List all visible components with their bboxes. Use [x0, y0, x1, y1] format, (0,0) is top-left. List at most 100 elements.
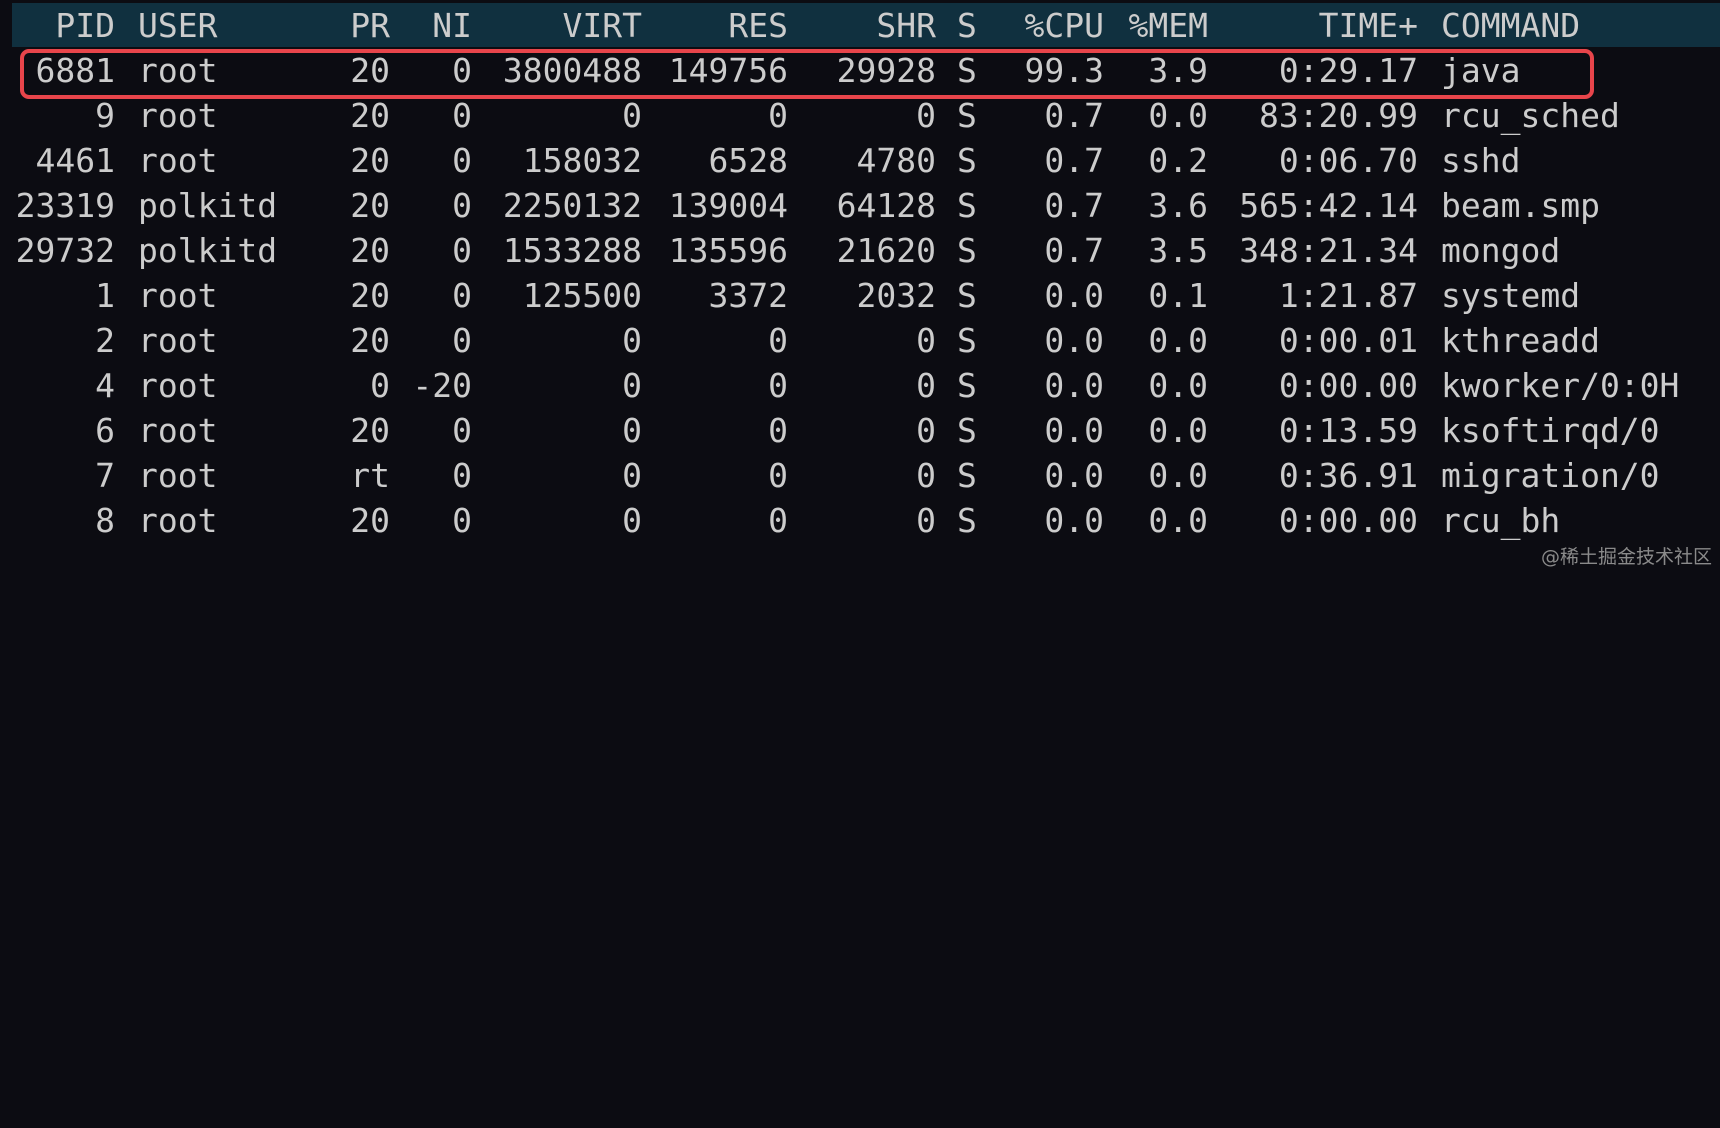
- cell-cpu: 0.7: [1044, 231, 1104, 270]
- cell-pid: 6881: [35, 51, 115, 90]
- cell-res: 135596: [668, 231, 788, 270]
- cell-shr: 29928: [836, 51, 936, 90]
- cell-virt: 1533288: [502, 231, 642, 270]
- table-row: 4 root 0 -20 0 0 0 S 0.0 0.0 0:00.00 kwo…: [0, 363, 1720, 408]
- cell-res: 0: [768, 456, 788, 495]
- cell-command: migration/0: [1441, 456, 1660, 495]
- cell-virt: 125500: [522, 276, 642, 315]
- col-header-ni: NI: [432, 6, 472, 45]
- cell-pid: 9: [95, 96, 115, 135]
- cell-pr: 20: [350, 411, 390, 450]
- cell-mem: 3.9: [1148, 51, 1208, 90]
- col-header-shr: SHR: [876, 6, 936, 45]
- cell-virt: 0: [622, 456, 642, 495]
- cell-cpu: 0.7: [1044, 186, 1104, 225]
- table-row: 6881 root 20 0 3800488 149756 29928 S 99…: [0, 48, 1720, 93]
- cell-time: 0:36.91: [1278, 456, 1418, 495]
- terminal-screen: PID USER PR NI VIRT RES SHR S %CPU %MEM …: [0, 0, 1720, 573]
- cell-state: S: [957, 51, 977, 90]
- cell-pr: rt: [350, 456, 390, 495]
- cell-command: kthreadd: [1441, 321, 1600, 360]
- watermark: @稀土掘金技术社区: [1540, 546, 1712, 568]
- cell-shr: 0: [916, 366, 936, 405]
- cell-ni: 0: [452, 501, 472, 540]
- cell-res: 0: [768, 96, 788, 135]
- col-header-command: COMMAND: [1441, 6, 1581, 45]
- cell-mem: 0.0: [1148, 366, 1208, 405]
- cell-virt: 0: [622, 96, 642, 135]
- cell-command: ksoftirqd/0: [1441, 411, 1660, 450]
- table-row: 1 root 20 0 125500 3372 2032 S 0.0 0.1 1…: [0, 273, 1720, 318]
- cell-pr: 20: [350, 141, 390, 180]
- cell-time: 0:00.01: [1278, 321, 1418, 360]
- cell-ni: 0: [452, 321, 472, 360]
- cell-pid: 2: [95, 321, 115, 360]
- cell-res: 0: [768, 366, 788, 405]
- col-header-time: TIME+: [1318, 6, 1418, 45]
- col-header-res: RES: [728, 6, 788, 45]
- cell-state: S: [957, 321, 977, 360]
- cell-time: 0:13.59: [1278, 411, 1418, 450]
- cell-virt: 0: [622, 366, 642, 405]
- cell-cpu: 0.0: [1044, 276, 1104, 315]
- cell-pid: 29732: [15, 231, 115, 270]
- cell-command: sshd: [1441, 141, 1521, 180]
- cell-res: 3372: [708, 276, 788, 315]
- cell-cpu: 99.3: [1024, 51, 1104, 90]
- cell-pr: 20: [350, 231, 390, 270]
- cell-command: kworker/0:0H: [1441, 366, 1680, 405]
- cell-time: 348:21.34: [1239, 231, 1418, 270]
- cell-pid: 8: [95, 501, 115, 540]
- cell-ni: 0: [452, 96, 472, 135]
- cell-pr: 0: [370, 366, 390, 405]
- cell-time: 83:20.99: [1259, 96, 1418, 135]
- table-header: PID USER PR NI VIRT RES SHR S %CPU %MEM …: [0, 3, 1720, 48]
- cell-time: 1:21.87: [1278, 276, 1418, 315]
- cell-shr: 0: [916, 456, 936, 495]
- cell-virt: 158032: [522, 141, 642, 180]
- cell-cpu: 0.0: [1044, 411, 1104, 450]
- table-row: 23319 polkitd 20 0 2250132 139004 64128 …: [0, 183, 1720, 228]
- col-header-cpu: %CPU: [1024, 6, 1104, 45]
- cell-mem: 0.0: [1148, 321, 1208, 360]
- table-row: 8 root 20 0 0 0 0 S 0.0 0.0 0:00.00 rcu_…: [0, 498, 1720, 543]
- cell-time: 0:29.17: [1278, 51, 1418, 90]
- cell-virt: 0: [622, 411, 642, 450]
- cell-state: S: [957, 231, 977, 270]
- cell-state: S: [957, 186, 977, 225]
- cell-mem: 0.0: [1148, 411, 1208, 450]
- cell-res: 0: [768, 411, 788, 450]
- cell-state: S: [957, 141, 977, 180]
- cell-shr: 0: [916, 411, 936, 450]
- cell-ni: 0: [452, 186, 472, 225]
- cell-pid: 4: [95, 366, 115, 405]
- cell-mem: 3.6: [1148, 186, 1208, 225]
- col-header-s: S: [957, 6, 977, 45]
- table-row: 9 root 20 0 0 0 0 S 0.7 0.0 83:20.99 rcu…: [0, 93, 1720, 138]
- cell-cpu: 0.0: [1044, 501, 1104, 540]
- cell-time: 0:00.00: [1278, 366, 1418, 405]
- cell-pr: 20: [350, 501, 390, 540]
- cell-pr: 20: [350, 276, 390, 315]
- cell-ni: 0: [452, 411, 472, 450]
- cell-state: S: [957, 411, 977, 450]
- table-row: 4461 root 20 0 158032 6528 4780 S 0.7 0.…: [0, 138, 1720, 183]
- cell-mem: 0.0: [1148, 501, 1208, 540]
- cell-virt: 3800488: [502, 51, 642, 90]
- table-row: 7 root rt 0 0 0 0 S 0.0 0.0 0:36.91 migr…: [0, 453, 1720, 498]
- cell-shr: 0: [916, 96, 936, 135]
- cell-res: 6528: [708, 141, 788, 180]
- cell-mem: 3.5: [1148, 231, 1208, 270]
- cell-time: 0:00.00: [1278, 501, 1418, 540]
- cell-pr: 20: [350, 51, 390, 90]
- cell-ni: -20: [412, 366, 472, 405]
- cell-command: beam.smp: [1441, 186, 1600, 225]
- cell-cpu: 0.0: [1044, 321, 1104, 360]
- cell-command: mongod: [1441, 231, 1561, 270]
- cell-shr: 0: [916, 321, 936, 360]
- table-row: 6 root 20 0 0 0 0 S 0.0 0.0 0:13.59 ksof…: [0, 408, 1720, 453]
- cell-command: systemd: [1441, 276, 1581, 315]
- col-header-pr: PR: [350, 6, 390, 45]
- cell-pr: 20: [350, 186, 390, 225]
- cell-ni: 0: [452, 276, 472, 315]
